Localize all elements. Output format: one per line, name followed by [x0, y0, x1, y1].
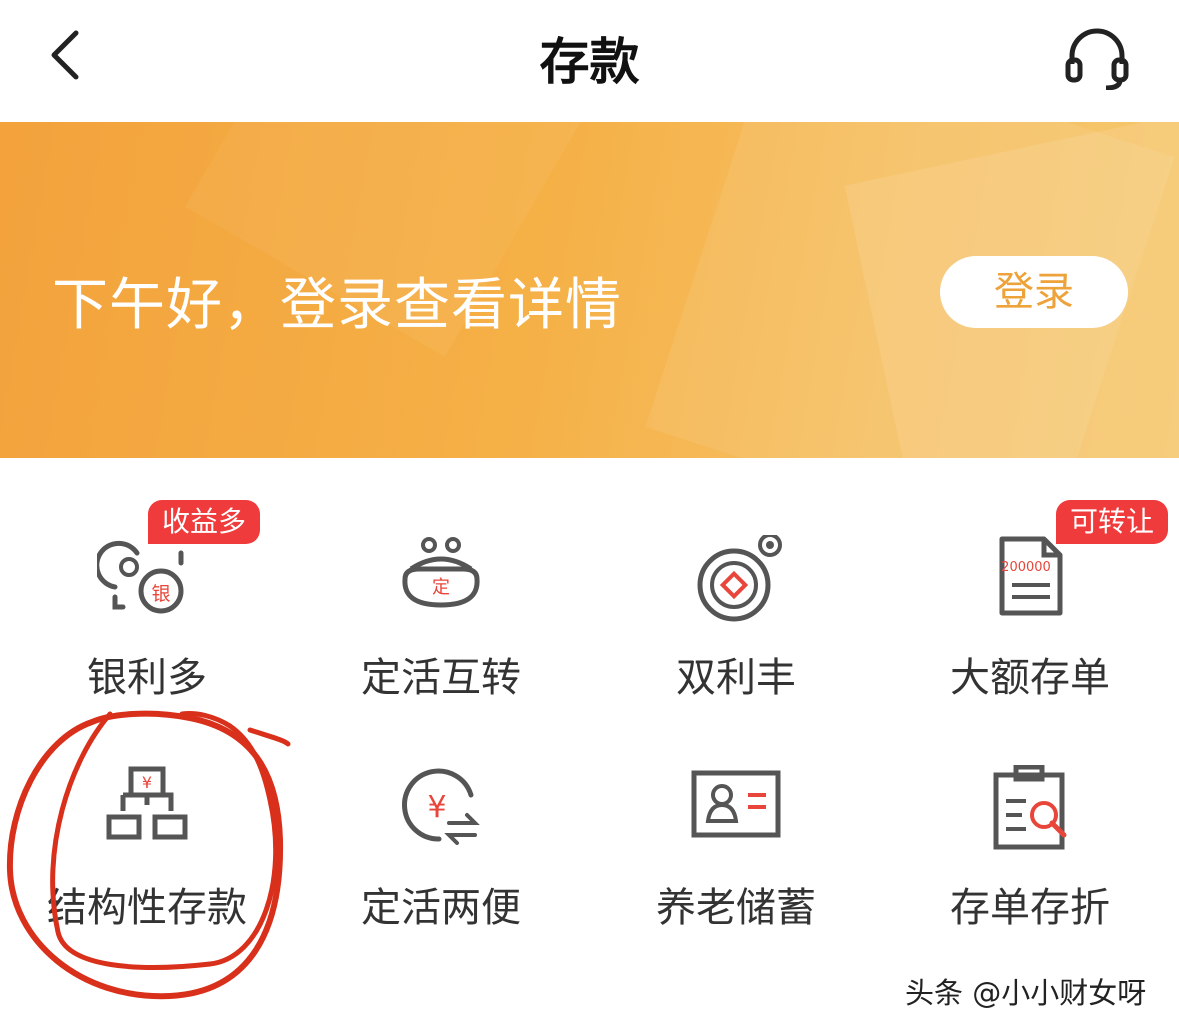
badge-high-yield: 收益多: [148, 500, 261, 544]
svg-text:¥: ¥: [427, 790, 446, 825]
certificate-icon: 200000: [999, 536, 1063, 616]
svg-text:200000: 200000: [1001, 560, 1051, 575]
grid-item-dinghuo-huzhuan[interactable]: 定 定活互转: [294, 535, 588, 755]
grid-item-label: 定活两便: [361, 885, 521, 931]
watermark: 头条 @小小财女呀: [905, 976, 1147, 1010]
page-title: 存款: [539, 33, 640, 91]
coin-icon: [697, 535, 782, 622]
grid-item-label: 大额存单: [950, 655, 1110, 701]
login-button[interactable]: 登录: [940, 256, 1128, 328]
grid-item-label: 双利丰: [676, 655, 796, 701]
login-banner: 下午好，登录查看详情 登录: [0, 122, 1179, 458]
annotation-circle: [6, 710, 291, 1000]
svg-text:银: 银: [151, 583, 170, 605]
grid-item-large-deposit[interactable]: 200000 大额存单: [883, 535, 1177, 755]
greeting-text: 下午好，登录查看详情: [52, 273, 622, 338]
grid-item-label: 银利多: [87, 655, 207, 701]
grid-item-label: 定活互转: [361, 655, 521, 701]
clipboard-search-icon: [993, 765, 1067, 850]
grid-item-deposit-passbook[interactable]: 存单存折: [883, 765, 1177, 985]
grid-item-dinghuo-liangbian[interactable]: ¥ 定活两便: [294, 765, 588, 985]
grid-item-label: 养老储蓄: [656, 885, 816, 931]
badge-transferable: 可转让: [1056, 500, 1169, 544]
headset-icon[interactable]: [1062, 24, 1132, 90]
purse-icon: 定: [402, 537, 480, 608]
svg-text:定: 定: [432, 577, 450, 598]
grid-item-label: 存单存折: [950, 885, 1110, 931]
id-card-icon: [691, 770, 781, 838]
top-bar: 存款: [0, 0, 1179, 122]
yuan-exchange-icon: ¥: [402, 768, 480, 845]
grid-item-shuangli-feng[interactable]: 双利丰: [589, 535, 883, 755]
grid-item-pension-savings[interactable]: 养老储蓄: [589, 765, 883, 985]
coins-icon: 银利多 银: [97, 540, 184, 614]
